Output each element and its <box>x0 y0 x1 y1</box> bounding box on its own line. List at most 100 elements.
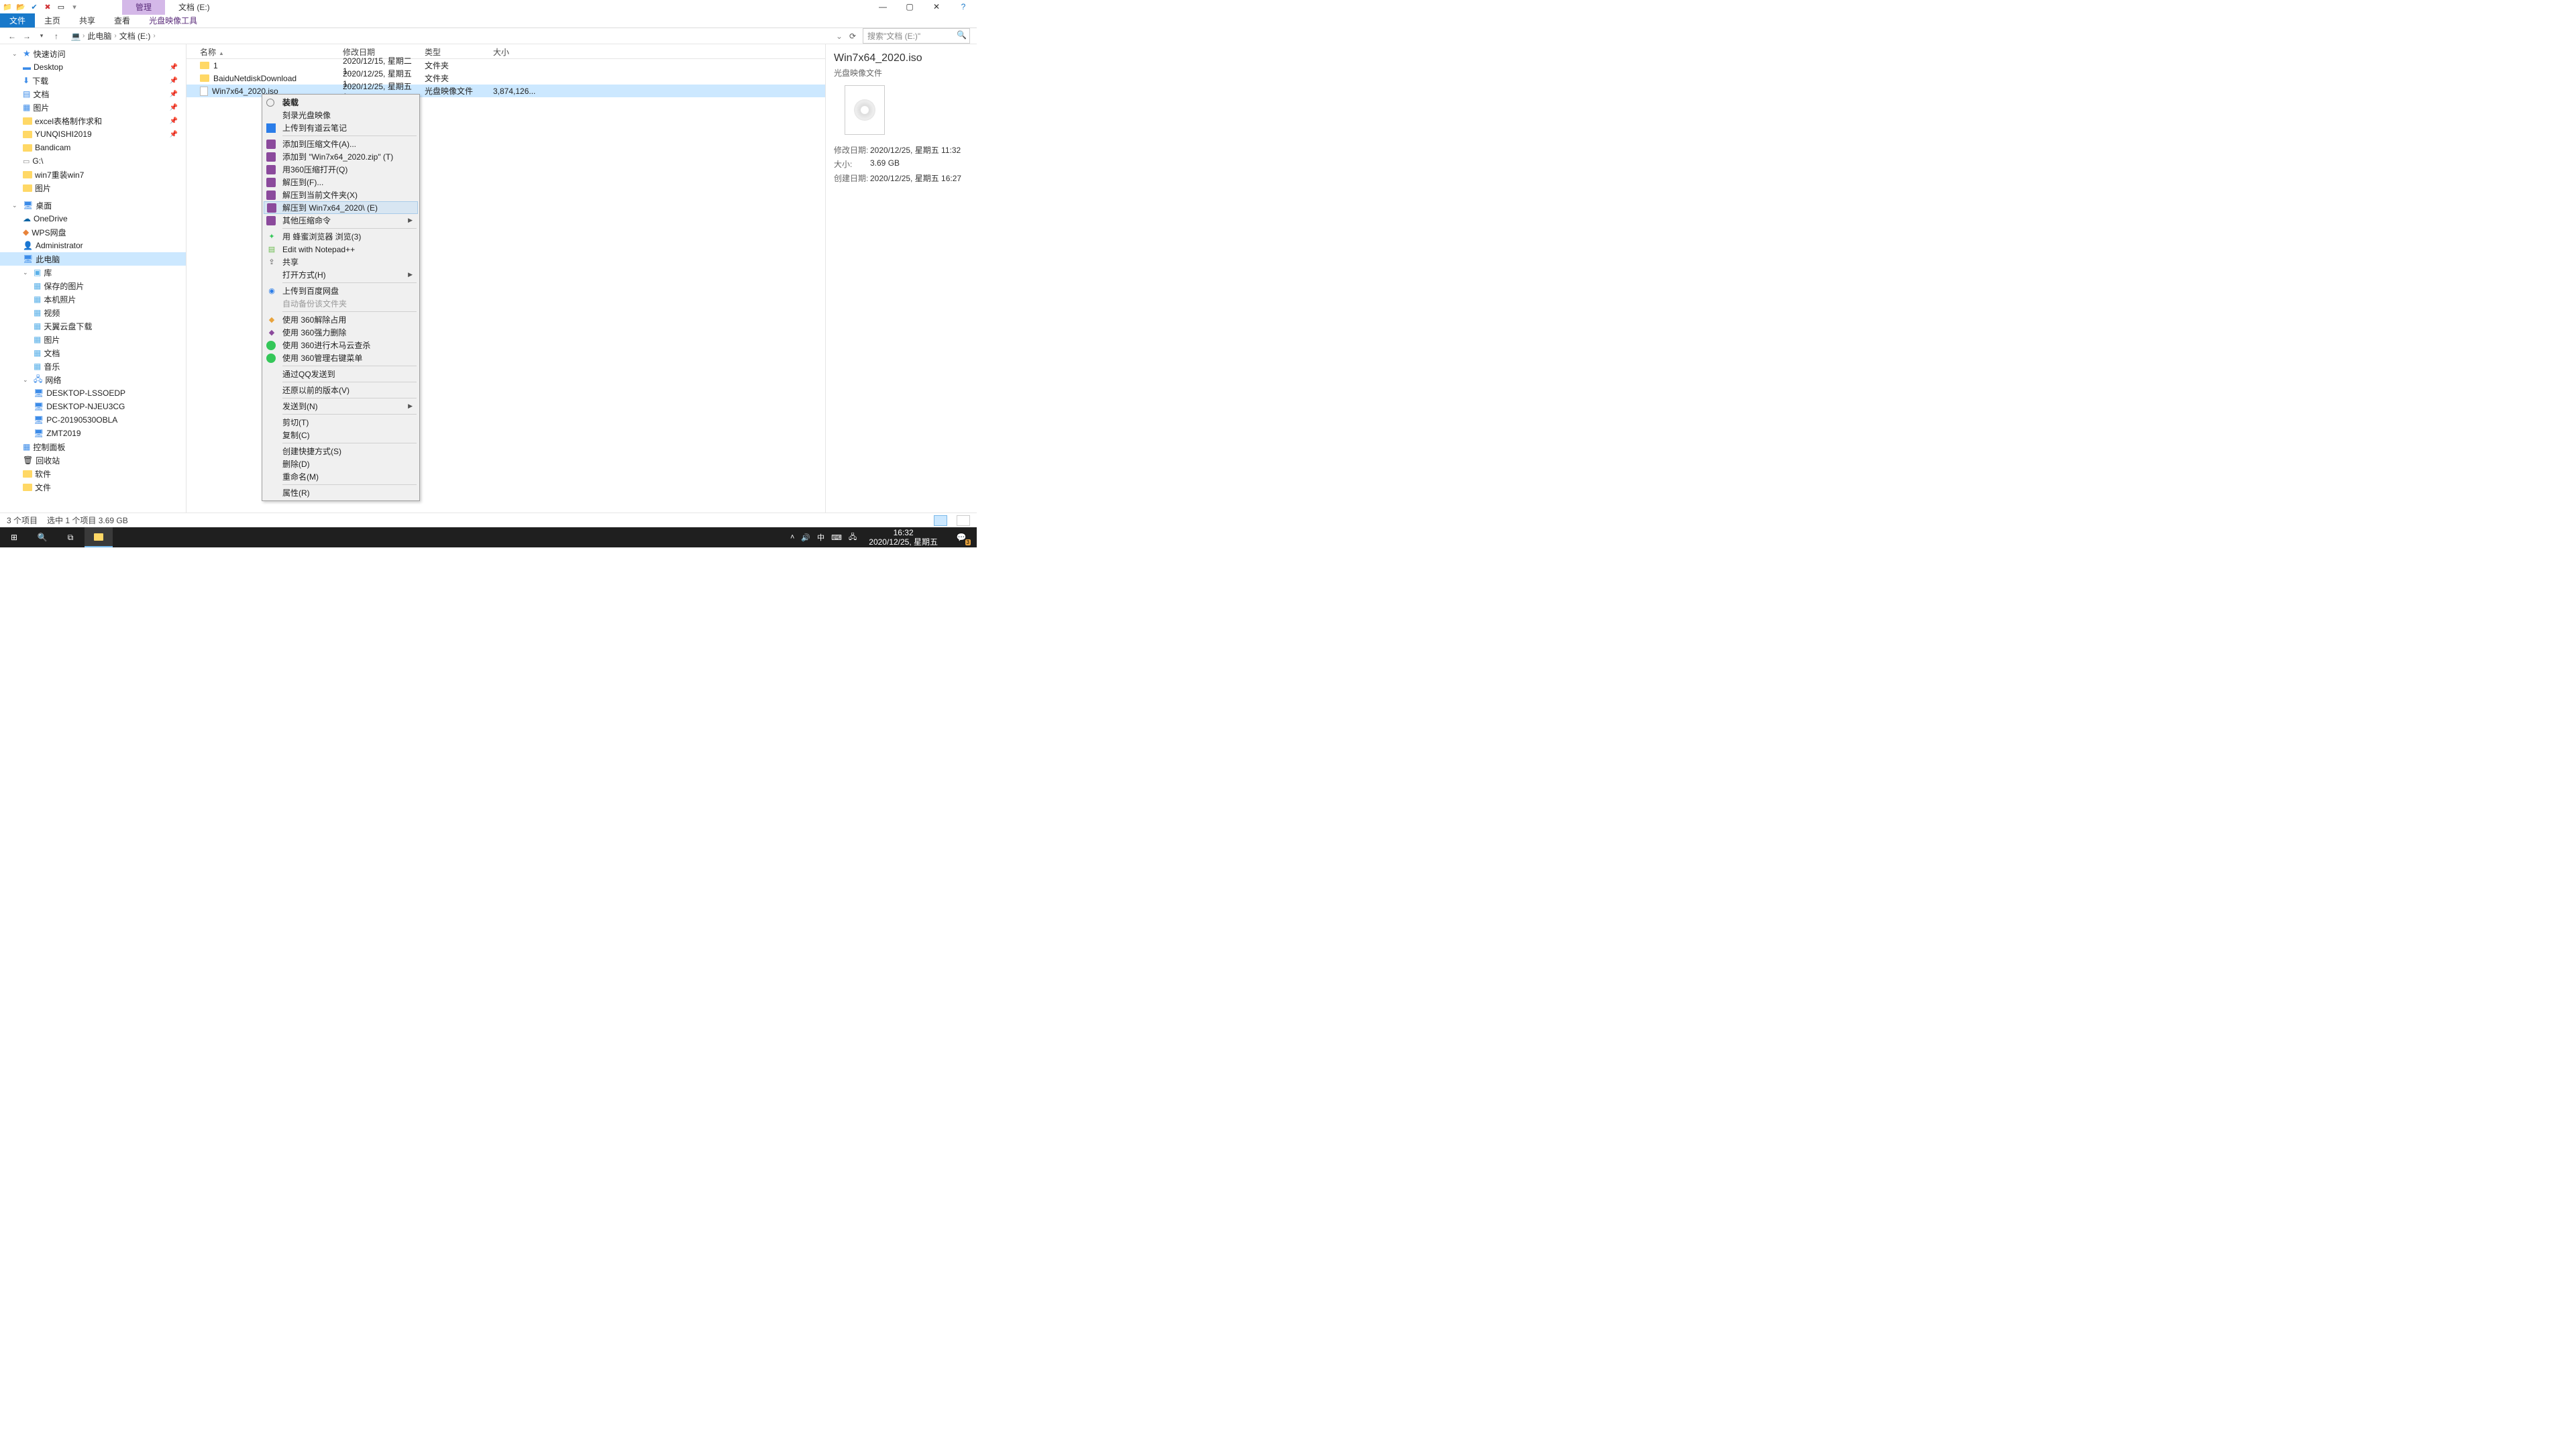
file-row[interactable]: BaiduNetdiskDownload 2020/12/25, 星期五 1..… <box>186 72 825 85</box>
ctx-delete[interactable]: 删除(D) <box>264 458 418 470</box>
ctx-360-trojan[interactable]: 使用 360进行木马云查杀 <box>264 339 418 352</box>
ctx-burn[interactable]: 刻录光盘映像 <box>264 109 418 121</box>
tree-desktop[interactable]: ▬Desktop📌 <box>0 60 186 74</box>
file-row[interactable]: 1 2020/12/15, 星期二 1... 文件夹 <box>186 59 825 72</box>
tree-software[interactable]: 软件 <box>0 467 186 480</box>
tree-downloads[interactable]: ⬇下载📌 <box>0 74 186 87</box>
notifications-button[interactable]: 💬3 <box>950 527 973 547</box>
properties-icon[interactable]: ▭ <box>56 2 66 11</box>
col-size[interactable]: 大小 <box>488 44 548 58</box>
ctx-copy[interactable]: 复制(C) <box>264 429 418 441</box>
tree-network[interactable]: ⌄🖧网络 <box>0 373 186 386</box>
col-name[interactable]: 名称▲ <box>186 44 337 58</box>
ctx-360-unlock[interactable]: ◆使用 360解除占用 <box>264 313 418 326</box>
ctx-ynote[interactable]: 上传到有道云笔记 <box>264 121 418 134</box>
ribbon-home[interactable]: 主页 <box>35 13 70 28</box>
forward-button[interactable]: → <box>21 31 32 42</box>
tree-pictures[interactable]: ▦图片📌 <box>0 101 186 114</box>
ime-mode-icon[interactable]: ⌨ <box>831 533 842 542</box>
tree-camera-roll[interactable]: ▦本机照片 <box>0 292 186 306</box>
ctx-share[interactable]: ⇪共享 <box>264 256 418 268</box>
tree-onedrive[interactable]: ☁OneDrive <box>0 212 186 225</box>
network-icon[interactable]: 🖧 <box>849 531 857 544</box>
ctx-qq-send[interactable]: 通过QQ发送到 <box>264 368 418 380</box>
tray-chevron-icon[interactable]: ˄ <box>790 533 794 541</box>
maximize-button[interactable]: ▢ <box>896 0 923 13</box>
ctx-extract-here[interactable]: 解压到当前文件夹(X) <box>264 189 418 201</box>
ctx-mount[interactable]: 装载 <box>264 96 418 109</box>
tree-control-panel[interactable]: ▦控制面板 <box>0 440 186 453</box>
ctx-properties[interactable]: 属性(R) <box>264 486 418 499</box>
check-icon[interactable]: ✔ <box>30 2 39 11</box>
ctx-shortcut[interactable]: 创建快捷方式(S) <box>264 445 418 458</box>
ctx-cut[interactable]: 剪切(T) <box>264 416 418 429</box>
tree-pc4[interactable]: 🖥ZMT2019 <box>0 427 186 440</box>
tree-library[interactable]: ⌄▣库 <box>0 266 186 279</box>
search-icon[interactable]: 🔍 <box>957 30 967 40</box>
chevron-right-icon[interactable]: › <box>153 32 155 40</box>
ctx-rename[interactable]: 重命名(M) <box>264 470 418 483</box>
crumb-thispc[interactable]: 此电脑 <box>86 30 113 42</box>
col-type[interactable]: 类型 <box>419 44 488 58</box>
ctx-360-force-del[interactable]: ◆使用 360强力删除 <box>264 326 418 339</box>
ctx-open-360[interactable]: 用360压缩打开(Q) <box>264 163 418 176</box>
minimize-button[interactable]: — <box>869 0 896 13</box>
tree-thispc[interactable]: 🖥此电脑 <box>0 252 186 266</box>
navigation-tree[interactable]: ⌄★快速访问 ▬Desktop📌 ⬇下载📌 ▤文档📌 ▦图片📌 excel表格制… <box>0 44 186 514</box>
tree-recycle[interactable]: 🗑回收站 <box>0 453 186 467</box>
back-button[interactable]: ← <box>7 31 17 42</box>
tree-win7reinstall[interactable]: win7重装win7 <box>0 168 186 181</box>
tree-gdrive[interactable]: ▭G:\ <box>0 154 186 168</box>
chevron-right-icon[interactable]: › <box>83 32 85 40</box>
tree-lib-pics[interactable]: ▦图片 <box>0 333 186 346</box>
tree-wps[interactable]: ◆WPS网盘 <box>0 225 186 239</box>
ctx-baidu-upload[interactable]: ◉上传到百度网盘 <box>264 284 418 297</box>
ctx-fengmi[interactable]: ✦用 蜂蜜浏览器 浏览(3) <box>264 230 418 243</box>
taskbar[interactable]: ⊞ 🔍 ⧉ ˄ 🔊 中 ⌨ 🖧 16:32 2020/12/25, 星期五 💬3 <box>0 527 977 547</box>
tree-files[interactable]: 文件 <box>0 480 186 494</box>
ime-icon[interactable]: 中 <box>817 532 824 543</box>
start-button[interactable]: ⊞ <box>0 527 28 547</box>
ribbon-share[interactable]: 共享 <box>70 13 105 28</box>
tree-videos[interactable]: ▦视频 <box>0 306 186 319</box>
ctx-open-with[interactable]: 打开方式(H)▶ <box>264 268 418 281</box>
ctx-send-to[interactable]: 发送到(N)▶ <box>264 400 418 413</box>
ctx-add-archive[interactable]: 添加到压缩文件(A)... <box>264 138 418 150</box>
up-button[interactable]: ↑ <box>51 31 62 42</box>
tree-lib-docs[interactable]: ▦文档 <box>0 346 186 360</box>
ribbon-disc-tools[interactable]: 光盘映像工具 <box>140 13 207 28</box>
tree-desktop-root[interactable]: ⌄🖥桌面 <box>0 199 186 212</box>
ctx-notepad[interactable]: ▤Edit with Notepad++ <box>264 243 418 256</box>
tree-documents[interactable]: ▤文档📌 <box>0 87 186 101</box>
history-dropdown[interactable]: ▾ <box>36 31 47 42</box>
taskview-button[interactable]: ⧉ <box>56 527 85 547</box>
tree-saved-pics[interactable]: ▦保存的图片 <box>0 279 186 292</box>
tree-bandicam[interactable]: Bandicam <box>0 141 186 154</box>
qat-dropdown-icon[interactable]: ▾ <box>70 2 79 11</box>
ribbon-file[interactable]: 文件 <box>0 13 35 28</box>
volume-icon[interactable]: 🔊 <box>801 533 810 542</box>
view-details-button[interactable] <box>934 515 947 526</box>
explorer-task[interactable] <box>85 527 113 547</box>
ribbon-view[interactable]: 查看 <box>105 13 140 28</box>
tree-admin[interactable]: 👤Administrator <box>0 239 186 252</box>
tree-pc1[interactable]: 🖥DESKTOP-LSSOEDP <box>0 386 186 400</box>
ctx-extract-to[interactable]: 解压到(F)... <box>264 176 418 189</box>
view-large-button[interactable] <box>957 515 970 526</box>
refresh-button[interactable]: ⟳ <box>847 32 859 41</box>
tree-lib-music[interactable]: ▦音乐 <box>0 360 186 373</box>
tree-yunqishi[interactable]: YUNQISHI2019📌 <box>0 127 186 141</box>
tree-excel[interactable]: excel表格制作求和📌 <box>0 114 186 127</box>
tab-manage[interactable]: 管理 <box>122 0 165 15</box>
search-button[interactable]: 🔍 <box>28 527 56 547</box>
close-button[interactable]: ✕ <box>923 0 950 13</box>
x-icon[interactable]: ✖ <box>43 2 52 11</box>
tree-quick-access[interactable]: ⌄★快速访问 <box>0 47 186 60</box>
chevron-right-icon[interactable]: › <box>114 32 116 40</box>
tree-pc2[interactable]: 🖥DESKTOP-NJEU3CG <box>0 400 186 413</box>
tree-pictures2[interactable]: 图片 <box>0 181 186 195</box>
clock[interactable]: 16:32 2020/12/25, 星期五 <box>863 528 943 547</box>
ctx-extract-named[interactable]: 解压到 Win7x64_2020\ (E) <box>264 201 418 214</box>
open-icon[interactable]: 📂 <box>16 2 25 11</box>
address-dropdown[interactable]: ⌄ <box>836 32 843 41</box>
